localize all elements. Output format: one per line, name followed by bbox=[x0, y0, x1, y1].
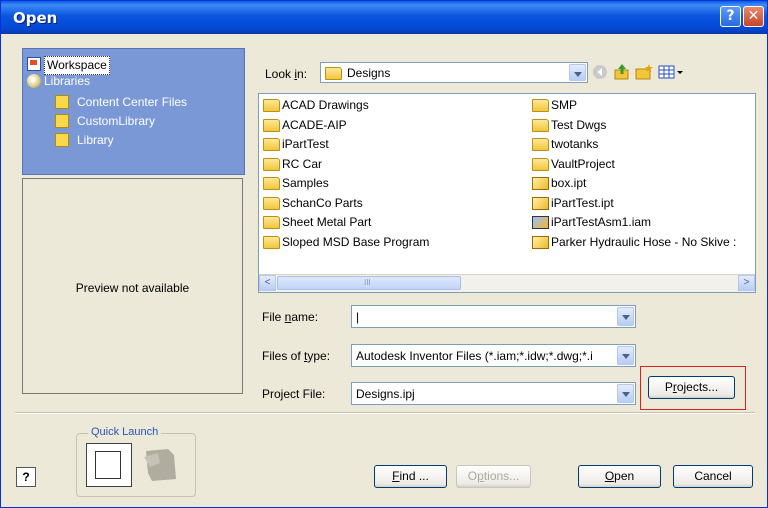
file-name: ACAD Drawings bbox=[282, 98, 369, 112]
chevron-down-icon[interactable] bbox=[617, 384, 634, 403]
file-type-value: Autodesk Inventor Files (*.iam;*.idw;*.d… bbox=[356, 349, 593, 363]
project-file-label: Project File: bbox=[262, 387, 326, 401]
folder-icon bbox=[532, 138, 549, 151]
file-name: iPartTest.ipt bbox=[551, 195, 614, 210]
projects-button[interactable]: Projects... bbox=[648, 376, 735, 399]
window-title: Open bbox=[13, 9, 58, 27]
file-name: Test Dwgs bbox=[551, 117, 607, 132]
file-name: Sloped MSD Base Program bbox=[282, 234, 430, 249]
file-name: iPartTest bbox=[282, 137, 329, 151]
file-name: SMP bbox=[551, 98, 578, 112]
folder-icon bbox=[263, 99, 280, 112]
folder-icon bbox=[532, 99, 549, 112]
location-label: Libraries bbox=[44, 74, 91, 88]
folder-icon bbox=[263, 177, 280, 190]
open-button[interactable]: Open bbox=[578, 465, 661, 488]
scroll-left-button[interactable]: < bbox=[259, 275, 276, 291]
preview-text: Preview not available bbox=[75, 281, 190, 295]
look-in-label: Look in: bbox=[265, 67, 308, 81]
chevron-down-icon[interactable] bbox=[617, 346, 634, 365]
location-label: Library bbox=[77, 133, 114, 147]
title-bar[interactable]: Open ? ✕ bbox=[1, 1, 767, 34]
folder-icon bbox=[55, 95, 69, 109]
file-type-label: Files of type: bbox=[262, 349, 331, 363]
folder-icon bbox=[532, 118, 549, 132]
folder-icon bbox=[55, 114, 69, 128]
view-menu-icon[interactable] bbox=[657, 62, 685, 82]
assembly-file-icon bbox=[532, 216, 549, 229]
workspace-icon bbox=[27, 57, 41, 71]
folder-icon bbox=[263, 118, 280, 132]
chevron-down-icon[interactable] bbox=[569, 64, 586, 81]
folder-icon bbox=[325, 67, 342, 80]
up-folder-icon[interactable] bbox=[612, 62, 632, 82]
options-button[interactable]: Options... bbox=[456, 465, 531, 488]
folder-icon bbox=[263, 157, 280, 171]
back-icon[interactable] bbox=[590, 62, 610, 82]
file-name: RC Car bbox=[282, 156, 323, 171]
file-name: Samples bbox=[282, 176, 329, 190]
file-name: Parker Hydraulic Hose - No Skive : bbox=[551, 234, 737, 249]
close-button[interactable]: ✕ bbox=[743, 6, 764, 27]
cancel-button[interactable]: Cancel bbox=[673, 465, 753, 488]
quick-launch-label: Quick Launch bbox=[88, 426, 162, 438]
location-pane: Workspace Libraries Content Center Files… bbox=[22, 48, 245, 175]
chevron-down-icon[interactable] bbox=[617, 307, 634, 326]
folder-icon bbox=[263, 216, 280, 229]
part-file-icon bbox=[532, 196, 549, 210]
scroll-right-button[interactable]: > bbox=[738, 275, 755, 291]
file-name: VaultProject bbox=[551, 156, 615, 171]
open-dialog: Open ? ✕ Workspace Libraries Content Cen… bbox=[0, 0, 768, 508]
file-type-select[interactable]: Autodesk Inventor Files (*.iam;*.idw;*.d… bbox=[351, 344, 636, 367]
preview-pane: Preview not available bbox=[22, 178, 243, 394]
help-title-button[interactable]: ? bbox=[720, 6, 741, 27]
separator bbox=[15, 412, 755, 414]
folder-icon bbox=[263, 196, 280, 210]
file-name-input[interactable]: | bbox=[351, 305, 636, 328]
scroll-thumb-grip: III bbox=[364, 278, 371, 287]
file-name: iPartTestAsm1.iam bbox=[551, 215, 652, 229]
file-name: twotanks bbox=[551, 137, 599, 151]
file-name: SchanCo Parts bbox=[282, 195, 363, 210]
file-name-label: File name: bbox=[262, 310, 319, 324]
look-in-combo[interactable]: Designs bbox=[320, 62, 588, 83]
location-label: Content Center Files bbox=[77, 95, 188, 109]
project-file-select[interactable]: Designs.ipj bbox=[351, 382, 636, 405]
file-name: ACADE-AIP bbox=[282, 117, 347, 132]
folder-icon bbox=[263, 138, 280, 151]
help-icon[interactable]: ? bbox=[16, 467, 36, 487]
horizontal-scrollbar[interactable]: < III > bbox=[259, 274, 755, 292]
find-button[interactable]: Find ... bbox=[374, 465, 447, 488]
libraries-icon bbox=[27, 74, 41, 88]
part-file-icon bbox=[532, 235, 549, 249]
file-list[interactable]: ACAD Drawings ACADE-AIP iPartTest RC Car Sam… bbox=[258, 93, 756, 293]
resize-grip-icon[interactable] bbox=[754, 494, 764, 504]
look-in-value: Designs bbox=[347, 66, 391, 80]
folder-icon bbox=[55, 133, 69, 147]
location-label: CustomLibrary bbox=[77, 114, 156, 128]
file-name: box.ipt bbox=[551, 176, 587, 190]
part-file-icon bbox=[532, 177, 549, 190]
project-file-value: Designs.ipj bbox=[356, 387, 415, 401]
scroll-thumb[interactable]: III bbox=[277, 276, 461, 290]
file-name-value: | bbox=[356, 310, 360, 324]
new-file-icon[interactable] bbox=[86, 443, 132, 487]
open-file-icon[interactable] bbox=[138, 443, 184, 487]
file-name: Sheet Metal Part bbox=[282, 215, 372, 229]
folder-icon bbox=[532, 157, 549, 171]
folder-icon bbox=[263, 235, 280, 249]
new-folder-icon[interactable] bbox=[634, 62, 654, 82]
